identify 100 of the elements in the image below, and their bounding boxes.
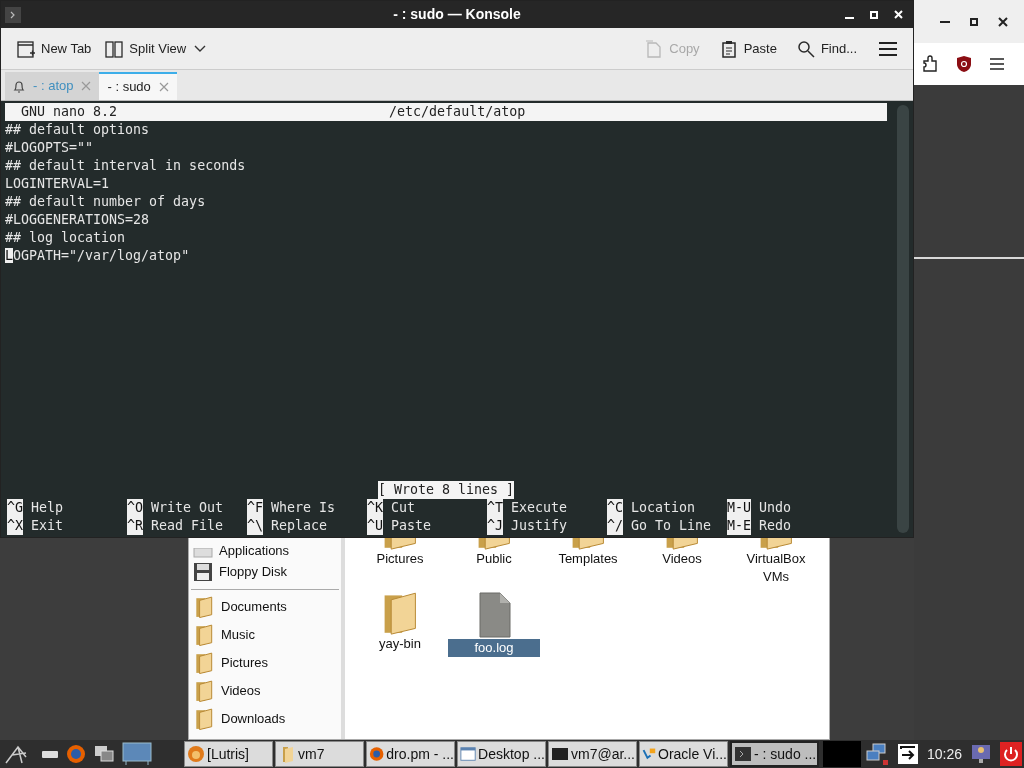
menu-icon[interactable] bbox=[879, 41, 897, 56]
new-tab-button[interactable]: New Tab bbox=[17, 38, 92, 59]
shortcut-key: ^U bbox=[367, 517, 383, 535]
clipboard-icon bbox=[719, 39, 738, 58]
network-icon[interactable] bbox=[865, 743, 889, 765]
power-icon[interactable] bbox=[1000, 742, 1023, 766]
folder-icon bbox=[193, 624, 215, 646]
shortcut-key: ^O bbox=[127, 499, 143, 517]
copy-icon bbox=[645, 39, 664, 58]
windows-icon[interactable] bbox=[94, 745, 114, 763]
user-icon[interactable] bbox=[970, 743, 993, 765]
taskbar-button[interactable]: Oracle Vi... bbox=[639, 741, 728, 767]
shortcut-label: Help bbox=[31, 499, 64, 517]
window-icon bbox=[460, 745, 477, 763]
split-view-icon bbox=[105, 39, 124, 58]
terminal-icon[interactable] bbox=[5, 6, 21, 23]
taskbar-button[interactable]: [Lutris] bbox=[184, 741, 273, 767]
shortcut-key: ^R bbox=[127, 517, 143, 535]
shortcut-key: ^\ bbox=[247, 517, 263, 535]
shortcut-label: Where Is bbox=[271, 499, 336, 517]
sidebar-item[interactable]: Downloads bbox=[189, 705, 341, 733]
shortcut-label: Write Out bbox=[151, 499, 224, 517]
browser-icon[interactable] bbox=[66, 744, 86, 764]
desktop-icon[interactable] bbox=[122, 742, 152, 766]
folder-icon bbox=[193, 680, 215, 702]
file-item[interactable]: Videos bbox=[658, 550, 706, 568]
shortcut-label: Go To Line bbox=[631, 517, 712, 535]
shield-icon[interactable] bbox=[956, 55, 972, 73]
logout-icon[interactable] bbox=[897, 743, 919, 765]
shortcut-label: Replace bbox=[271, 517, 328, 535]
shortcut-label: Exit bbox=[31, 517, 64, 535]
folder-icon bbox=[193, 596, 215, 618]
find-button[interactable]: Find... bbox=[796, 38, 857, 59]
lutris-icon bbox=[187, 745, 205, 763]
shortcut-key: ^G bbox=[7, 499, 23, 517]
shortcut-key: ^K bbox=[367, 499, 383, 517]
floppy-icon bbox=[193, 562, 213, 582]
shortcut-label: Read File bbox=[151, 517, 224, 535]
nano-version: GNU nano 8.2 bbox=[21, 103, 118, 121]
file-item[interactable]: VirtualBox VMs bbox=[729, 550, 823, 586]
file-path: /etc/default/atop bbox=[389, 103, 526, 121]
monitor-icon bbox=[551, 745, 569, 763]
file-item[interactable]: foo.log bbox=[448, 639, 540, 657]
terminal-icon bbox=[734, 745, 752, 763]
code-line: ## log location bbox=[5, 229, 127, 247]
sidebar-item[interactable]: Pictures bbox=[189, 649, 341, 677]
caret-icon[interactable] bbox=[194, 44, 207, 53]
code-line: ## default interval in seconds bbox=[5, 157, 247, 175]
sidebar-item[interactable]: Music bbox=[189, 621, 341, 649]
sidebar-item[interactable]: Applications bbox=[189, 539, 341, 558]
file-item[interactable]: Pictures bbox=[372, 550, 428, 568]
shortcut-label: Undo bbox=[759, 499, 792, 517]
file-item[interactable]: Public bbox=[472, 550, 516, 568]
code-line: #LOGGENERATIONS=28 bbox=[5, 211, 151, 229]
file-item[interactable]: yay-bin bbox=[375, 635, 425, 653]
shortcut-key: ^X bbox=[7, 517, 23, 535]
code-line: LOGINTERVAL=1 bbox=[5, 175, 111, 193]
applications-icon bbox=[193, 548, 213, 558]
sidebar-item[interactable]: Documents bbox=[189, 593, 341, 621]
shortcut-label: Justify bbox=[511, 517, 568, 535]
shortcut-key: ^/ bbox=[607, 517, 623, 535]
status-message: [ Wrote 8 lines ] bbox=[377, 481, 515, 499]
shortcut-label: Redo bbox=[759, 517, 792, 535]
search-icon bbox=[796, 39, 815, 58]
puzzle-icon[interactable] bbox=[922, 55, 938, 73]
tray-panel bbox=[823, 741, 861, 767]
shortcut-key: ^C bbox=[607, 499, 623, 517]
taskbar-button[interactable]: vm7@ar... bbox=[548, 741, 637, 767]
drive-icon[interactable] bbox=[42, 749, 58, 759]
folder-icon bbox=[193, 652, 215, 674]
sidebar-item[interactable]: Videos bbox=[189, 677, 341, 705]
shortcut-key: M-U bbox=[727, 499, 752, 517]
code-line: #LOGOPTS="" bbox=[5, 139, 95, 157]
split-view-button[interactable]: Split View bbox=[105, 38, 187, 59]
code-line: ## default options bbox=[5, 121, 151, 139]
shortcut-key: M-E bbox=[727, 517, 752, 535]
shortcut-label: Cut bbox=[391, 499, 416, 517]
close-icon[interactable] bbox=[998, 16, 1008, 27]
menu-icon[interactable] bbox=[990, 58, 1004, 70]
tab[interactable]: - : sudo bbox=[99, 72, 177, 100]
clock[interactable]: 10:26 bbox=[927, 743, 963, 765]
shortcut-label: Location bbox=[631, 499, 696, 517]
taskbar-button[interactable]: vm7 bbox=[275, 741, 364, 767]
bell-icon bbox=[13, 79, 25, 93]
file-item[interactable]: Templates bbox=[554, 550, 622, 568]
taskbar-button[interactable]: - : sudo ... bbox=[730, 741, 819, 767]
shortcut-label: Paste bbox=[391, 517, 432, 535]
sidebar-item[interactable]: Floppy Disk bbox=[189, 558, 341, 586]
paste-button[interactable]: Paste bbox=[719, 38, 777, 59]
maximize-icon[interactable] bbox=[970, 17, 978, 26]
folder-icon bbox=[193, 708, 215, 730]
window-title: - : sudo — Konsole bbox=[392, 5, 522, 24]
shortcut-key: ^J bbox=[487, 517, 503, 535]
shortcut-key: ^T bbox=[487, 499, 503, 517]
shortcut-key: ^F bbox=[247, 499, 263, 517]
taskbar-button[interactable]: Desktop ... bbox=[457, 741, 546, 767]
scrollbar[interactable] bbox=[897, 105, 909, 533]
new-tab-icon bbox=[17, 39, 35, 58]
shortcut-label: Execute bbox=[511, 499, 568, 517]
taskbar-button[interactable]: dro.pm - ... bbox=[366, 741, 455, 767]
